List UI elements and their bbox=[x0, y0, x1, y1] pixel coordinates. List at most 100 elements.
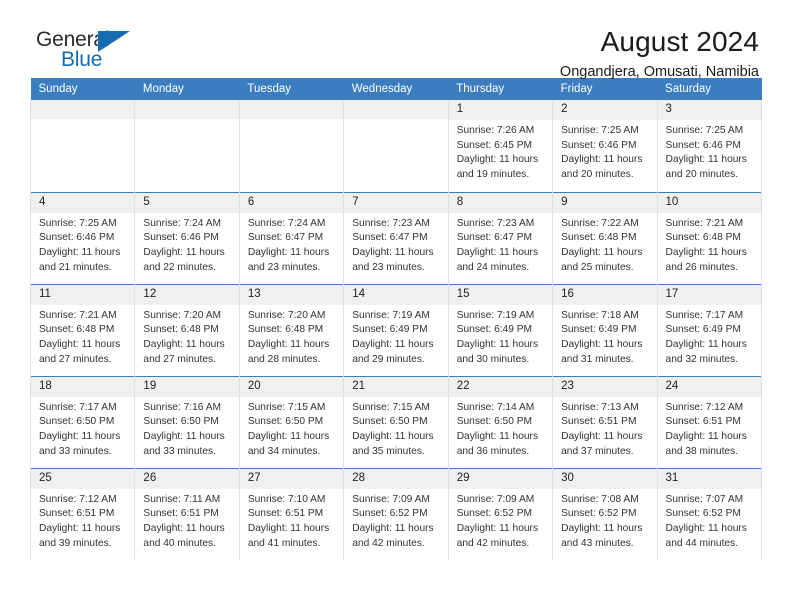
day-detail-line: and 40 minutes. bbox=[143, 537, 216, 549]
day-detail-line: Sunrise: 7:13 AM bbox=[561, 401, 639, 413]
day-detail-line: and 33 minutes. bbox=[143, 445, 216, 457]
calendar-day-cell[interactable]: 19 Sunrise: 7:16 AM Sunset: 6:50 PM Dayligh… bbox=[134, 375, 240, 468]
day-detail-line: Sunset: 6:52 PM bbox=[456, 508, 533, 520]
day-details: Sunrise: 7:23 AM Sunset: 6:47 PM Daylight:… bbox=[344, 213, 447, 275]
calendar-day-cell[interactable]: 24 Sunrise: 7:12 AM Sunset: 6:51 PM Dayligh… bbox=[656, 375, 763, 468]
day-details: Sunrise: 7:17 AM Sunset: 6:50 PM Daylight:… bbox=[31, 397, 134, 459]
day-detail-line: Sunrise: 7:12 AM bbox=[39, 493, 117, 505]
day-detail-line: Daylight: 11 hours bbox=[561, 430, 643, 442]
day-detail-line: Daylight: 11 hours bbox=[143, 246, 225, 258]
day-number: 4 bbox=[31, 192, 135, 213]
title-block: August 2024 Ongandjera, Omusati, Namibia bbox=[560, 26, 762, 81]
day-number: 20 bbox=[239, 376, 344, 397]
calendar-day-cell[interactable]: 16 Sunrise: 7:18 AM Sunset: 6:49 PM Dayligh… bbox=[552, 283, 658, 376]
day-detail-line: Sunrise: 7:15 AM bbox=[352, 401, 430, 413]
day-details: Sunrise: 7:19 AM Sunset: 6:49 PM Daylight:… bbox=[344, 305, 447, 367]
calendar-day-cell[interactable]: 14 Sunrise: 7:19 AM Sunset: 6:49 PM Dayligh… bbox=[343, 283, 449, 376]
calendar-day-cell[interactable]: 13 Sunrise: 7:20 AM Sunset: 6:48 PM Dayligh… bbox=[238, 283, 345, 376]
day-details bbox=[344, 119, 447, 123]
day-detail-line: Sunset: 6:47 PM bbox=[247, 232, 324, 244]
day-detail-line: Daylight: 11 hours bbox=[39, 430, 121, 442]
day-detail-line: Sunrise: 7:23 AM bbox=[456, 217, 535, 229]
calendar-day-cell-empty bbox=[343, 100, 449, 192]
day-detail-line: Sunrise: 7:10 AM bbox=[247, 493, 326, 505]
day-detail-line: Daylight: 11 hours bbox=[39, 522, 121, 534]
calendar-day-cell[interactable]: 31 Sunrise: 7:07 AM Sunset: 6:52 PM Dayligh… bbox=[656, 467, 763, 560]
calendar-day-cell[interactable]: 29 Sunrise: 7:09 AM Sunset: 6:52 PM Dayligh… bbox=[447, 467, 554, 560]
day-detail-line: and 38 minutes. bbox=[665, 445, 739, 457]
calendar-day-cell[interactable]: 6 Sunrise: 7:24 AM Sunset: 6:47 PM Daylight… bbox=[238, 191, 345, 284]
day-detail-line: Sunrise: 7:09 AM bbox=[456, 493, 535, 505]
day-detail-line: Sunrise: 7:08 AM bbox=[561, 493, 639, 505]
day-number: 13 bbox=[239, 284, 344, 305]
triangle-flag-icon bbox=[98, 31, 130, 52]
day-detail-line: Sunset: 6:47 PM bbox=[352, 232, 428, 244]
calendar-day-cell[interactable]: 2 Sunrise: 7:25 AM Sunset: 6:46 PM Daylight… bbox=[552, 100, 658, 192]
day-details: Sunrise: 7:18 AM Sunset: 6:49 PM Daylight:… bbox=[553, 305, 656, 367]
calendar-day-cell[interactable]: 1 Sunrise: 7:26 AM Sunset: 6:45 PM Daylight… bbox=[447, 100, 554, 192]
day-detail-line: Daylight: 11 hours bbox=[561, 246, 643, 258]
general-blue-logo[interactable]: General Blue bbox=[30, 26, 160, 74]
day-detail-line: Daylight: 11 hours bbox=[247, 522, 330, 534]
calendar-day-cell[interactable]: 15 Sunrise: 7:19 AM Sunset: 6:49 PM Dayligh… bbox=[447, 283, 554, 376]
calendar-day-cell[interactable]: 7 Sunrise: 7:23 AM Sunset: 6:47 PM Daylight… bbox=[343, 191, 449, 284]
day-details: Sunrise: 7:17 AM Sunset: 6:49 PM Daylight:… bbox=[658, 305, 761, 367]
calendar-day-cell[interactable]: 25 Sunrise: 7:12 AM Sunset: 6:51 PM Dayligh… bbox=[29, 467, 136, 560]
calendar-day-cell-empty bbox=[29, 100, 136, 192]
day-details: Sunrise: 7:20 AM Sunset: 6:48 PM Daylight:… bbox=[240, 305, 343, 367]
calendar-day-cell[interactable]: 5 Sunrise: 7:24 AM Sunset: 6:46 PM Daylight… bbox=[134, 191, 240, 284]
day-detail-line: and 34 minutes. bbox=[247, 445, 321, 457]
calendar-day-cell[interactable]: 18 Sunrise: 7:17 AM Sunset: 6:50 PM Dayligh… bbox=[29, 375, 136, 468]
day-detail-line: Sunset: 6:49 PM bbox=[561, 324, 637, 336]
day-detail-line: Sunset: 6:48 PM bbox=[665, 232, 741, 244]
day-number: 6 bbox=[239, 192, 344, 213]
day-detail-line: Daylight: 11 hours bbox=[143, 430, 225, 442]
calendar-page: General Blue August 2024 Ongandjera, Omu… bbox=[0, 0, 792, 612]
calendar-day-cell[interactable]: 9 Sunrise: 7:22 AM Sunset: 6:48 PM Daylight… bbox=[552, 191, 658, 284]
calendar-day-cell[interactable]: 22 Sunrise: 7:14 AM Sunset: 6:50 PM Dayligh… bbox=[447, 375, 554, 468]
day-number: 14 bbox=[344, 284, 448, 305]
calendar-day-cell[interactable]: 12 Sunrise: 7:20 AM Sunset: 6:48 PM Dayligh… bbox=[134, 283, 240, 376]
logo-text-blue: Blue bbox=[61, 48, 103, 71]
day-detail-line: and 39 minutes. bbox=[39, 537, 112, 549]
day-detail-line: Daylight: 11 hours bbox=[561, 154, 643, 166]
day-detail-line: Daylight: 11 hours bbox=[247, 430, 330, 442]
day-detail-line: Daylight: 11 hours bbox=[456, 154, 539, 166]
day-detail-line: Sunrise: 7:21 AM bbox=[665, 217, 744, 229]
calendar-day-cell[interactable]: 30 Sunrise: 7:08 AM Sunset: 6:52 PM Dayligh… bbox=[552, 467, 658, 560]
day-detail-line: Daylight: 11 hours bbox=[352, 430, 434, 442]
day-detail-line: Sunset: 6:51 PM bbox=[247, 508, 324, 520]
calendar-day-cell[interactable]: 23 Sunrise: 7:13 AM Sunset: 6:51 PM Dayligh… bbox=[552, 375, 658, 468]
calendar-day-cell[interactable]: 26 Sunrise: 7:11 AM Sunset: 6:51 PM Dayligh… bbox=[134, 467, 240, 560]
page-subtitle: Ongandjera, Omusati, Namibia bbox=[559, 64, 759, 81]
calendar-day-cell[interactable]: 20 Sunrise: 7:15 AM Sunset: 6:50 PM Dayligh… bbox=[238, 375, 345, 468]
day-detail-line: and 42 minutes. bbox=[352, 537, 425, 549]
day-detail-line: Daylight: 11 hours bbox=[39, 338, 121, 350]
day-detail-line: Sunset: 6:46 PM bbox=[143, 232, 219, 244]
weekday-header-sunday: Sunday bbox=[30, 78, 135, 100]
day-detail-line: Sunset: 6:48 PM bbox=[247, 324, 324, 336]
calendar-day-cell[interactable]: 8 Sunrise: 7:23 AM Sunset: 6:47 PM Daylight… bbox=[447, 191, 554, 284]
day-detail-line: and 32 minutes. bbox=[665, 353, 739, 365]
day-detail-line: Sunset: 6:45 PM bbox=[456, 139, 533, 151]
day-number: 12 bbox=[135, 284, 239, 305]
day-detail-line: Sunset: 6:46 PM bbox=[39, 232, 115, 244]
calendar-day-cell[interactable]: 3 Sunrise: 7:25 AM Sunset: 6:46 PM Daylight… bbox=[656, 100, 763, 192]
day-details: Sunrise: 7:12 AM Sunset: 6:51 PM Daylight:… bbox=[31, 489, 134, 551]
day-number bbox=[239, 100, 344, 119]
calendar-day-cell[interactable]: 17 Sunrise: 7:17 AM Sunset: 6:49 PM Dayligh… bbox=[656, 283, 763, 376]
calendar-day-cell[interactable]: 27 Sunrise: 7:10 AM Sunset: 6:51 PM Dayligh… bbox=[238, 467, 345, 560]
calendar-day-cell[interactable]: 28 Sunrise: 7:09 AM Sunset: 6:52 PM Dayligh… bbox=[343, 467, 449, 560]
page-header: General Blue August 2024 Ongandjera, Omu… bbox=[30, 0, 762, 80]
day-detail-line: and 23 minutes. bbox=[247, 261, 321, 273]
day-detail-line: and 43 minutes. bbox=[561, 537, 634, 549]
day-detail-line: Sunset: 6:50 PM bbox=[143, 416, 219, 428]
day-details: Sunrise: 7:12 AM Sunset: 6:51 PM Daylight:… bbox=[658, 397, 761, 459]
calendar-body: 1 Sunrise: 7:26 AM Sunset: 6:45 PM Daylight… bbox=[29, 100, 763, 560]
day-detail-line: and 36 minutes. bbox=[456, 445, 530, 457]
calendar-day-cell[interactable]: 11 Sunrise: 7:21 AM Sunset: 6:48 PM Dayligh… bbox=[29, 283, 136, 376]
calendar-day-cell[interactable]: 4 Sunrise: 7:25 AM Sunset: 6:46 PM Daylight… bbox=[29, 191, 136, 284]
day-detail-line: Sunset: 6:49 PM bbox=[456, 324, 533, 336]
calendar-day-cell[interactable]: 10 Sunrise: 7:21 AM Sunset: 6:48 PM Dayligh… bbox=[656, 191, 763, 284]
calendar-day-cell[interactable]: 21 Sunrise: 7:15 AM Sunset: 6:50 PM Dayligh… bbox=[343, 375, 449, 468]
